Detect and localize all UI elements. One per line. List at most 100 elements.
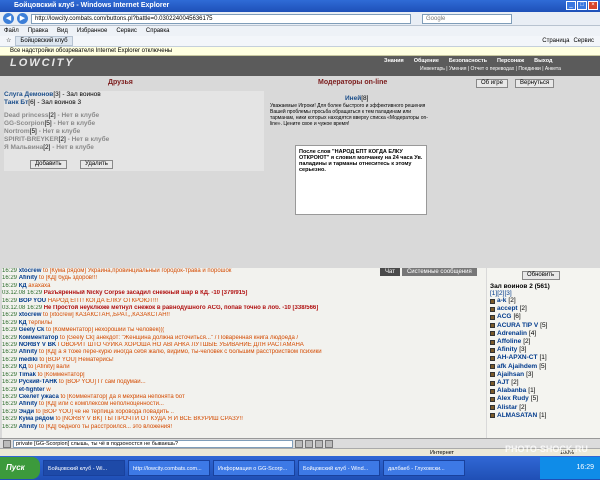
chat-nick[interactable]: NORBY V BK: [19, 342, 57, 348]
user-list-item[interactable]: ALMASATAN [1]: [490, 412, 600, 420]
user-name[interactable]: a-k: [497, 297, 506, 305]
user-list-item[interactable]: Affoline [2]: [490, 338, 600, 346]
maximize-icon[interactable]: □: [577, 1, 587, 10]
user-list-item[interactable]: Alex Rudy [5]: [490, 395, 600, 403]
user-list-item[interactable]: Adrenalin [4]: [490, 330, 600, 338]
menu-edit[interactable]: Правка: [28, 26, 48, 36]
remove-friend-button[interactable]: Удалить: [80, 160, 113, 169]
user-list-item[interactable]: Alistar [2]: [490, 404, 600, 412]
nav-communication[interactable]: Общение: [414, 58, 439, 64]
clear-icon[interactable]: [305, 439, 313, 448]
chat-nick[interactable]: Скелет ужаса: [19, 394, 59, 400]
chat-nick[interactable]: Afinity: [19, 349, 38, 355]
chat-nick[interactable]: BOP YOU: [19, 298, 46, 304]
back-icon[interactable]: ◀: [3, 13, 14, 24]
nav-security[interactable]: Безопасность: [449, 58, 487, 64]
chat-nick[interactable]: et-fighter: [19, 387, 45, 393]
user-list-item[interactable]: AJT [2]: [490, 379, 600, 387]
chat-nick[interactable]: Руский-ТАНК: [19, 379, 58, 385]
send-icon[interactable]: [295, 439, 303, 448]
user-name[interactable]: afk Ajaihdem: [497, 363, 537, 371]
user-name[interactable]: accept: [497, 305, 518, 313]
user-list-item[interactable]: a-k [2]: [490, 297, 600, 305]
friend-online[interactable]: Слуга Демонов[3] - Зал воинов: [4, 91, 264, 99]
nav-knowledge[interactable]: Знания: [384, 58, 404, 64]
refresh-users-button[interactable]: Обновить: [522, 271, 560, 280]
user-list-item[interactable]: Afinity [3]: [490, 346, 600, 354]
chat-nick[interactable]: xtocrew: [19, 268, 42, 274]
friend-offline[interactable]: SPIRIT-BREYKER[2] - Нет в клубе: [4, 136, 264, 144]
friend-offline[interactable]: Я Мальвина[2] - Нет в клубе: [4, 144, 264, 152]
return-button[interactable]: Вернуться: [515, 79, 555, 88]
user-name[interactable]: Alex Rudy: [497, 395, 529, 403]
user-name[interactable]: AJT: [497, 379, 509, 387]
user-name[interactable]: Alistar: [497, 404, 517, 412]
tools-menu[interactable]: Сервис: [573, 36, 600, 46]
friend-offline[interactable]: GG-Scorpion[5] - Нет в клубе: [4, 120, 264, 128]
url-input[interactable]: http://lowcity.combats.com/buttons.pl?ba…: [31, 13, 411, 24]
chat-nick[interactable]: Timak: [19, 372, 36, 378]
user-name[interactable]: Ajaihsan: [497, 371, 524, 379]
user-name[interactable]: ALMASATAN: [497, 412, 537, 420]
user-name[interactable]: Affoline: [497, 338, 521, 346]
forward-icon[interactable]: ▶: [17, 13, 28, 24]
filter-icon[interactable]: [315, 439, 323, 448]
user-list-item[interactable]: accept [2]: [490, 305, 600, 313]
chat-nick[interactable]: Afinity: [19, 401, 38, 407]
chat-nick[interactable]: mediki: [19, 357, 38, 363]
chat-nick[interactable]: Энди: [19, 409, 34, 415]
chat-nick[interactable]: КД: [19, 364, 27, 370]
user-list-item[interactable]: ACURA TIP V [5]: [490, 322, 600, 330]
menu-view[interactable]: Вид: [57, 26, 68, 36]
chat-input[interactable]: private [GG-Scorpion] слышь, ты чё в под…: [13, 439, 293, 448]
task-item[interactable]: Бойцовский клуб - Wind...: [298, 460, 380, 476]
user-name[interactable]: Alabanba: [497, 387, 526, 395]
info-bar[interactable]: Все надстройки обозревателя Internet Exp…: [0, 47, 600, 56]
task-item[interactable]: http://lowcity.combats.com...: [128, 460, 210, 476]
task-item[interactable]: Информация о GG-Scorp...: [213, 460, 295, 476]
chat-nick[interactable]: Afinity: [19, 275, 38, 281]
settings-icon[interactable]: [325, 439, 333, 448]
user-name[interactable]: Afinity: [497, 346, 517, 354]
page-menu[interactable]: Страница: [542, 36, 569, 46]
menu-tools[interactable]: Сервис: [116, 26, 137, 36]
star-icon[interactable]: ☆: [6, 36, 11, 46]
browser-tab[interactable]: Бойцовский клуб: [15, 36, 73, 46]
nav-character[interactable]: Персонаж: [497, 58, 524, 64]
user-list-item[interactable]: Ajaihsan [3]: [490, 371, 600, 379]
moderator-entry[interactable]: Иней[8]: [345, 95, 368, 103]
tab-system-messages[interactable]: Системные сообщения: [401, 268, 477, 276]
task-item[interactable]: далбаеб - Глуховски...: [383, 460, 465, 476]
chat-nick[interactable]: Geely Ck: [19, 327, 45, 333]
user-name[interactable]: ACG: [497, 313, 511, 321]
friend-online[interactable]: Танк Бт[6] - Зал воинов 3: [4, 99, 264, 107]
user-name[interactable]: AH-APXN-CT: [497, 354, 537, 362]
minimize-icon[interactable]: _: [566, 1, 576, 10]
about-game-button[interactable]: Об игре: [476, 79, 508, 88]
chat-nick[interactable]: КД: [19, 283, 27, 289]
tab-chat[interactable]: Чат: [380, 268, 400, 276]
user-name[interactable]: ACURA TIP V: [497, 322, 538, 330]
chat-nick[interactable]: xtocrew: [19, 312, 42, 318]
smile-icon[interactable]: [3, 439, 11, 448]
menu-help[interactable]: Справка: [146, 26, 170, 36]
user-pages[interactable]: [1][2][3]: [487, 290, 600, 297]
chat-nick[interactable]: КД: [19, 320, 27, 326]
nav-exit[interactable]: Выход: [534, 58, 552, 64]
menu-file[interactable]: Файл: [4, 26, 19, 36]
chat-nick[interactable]: Кума рядом: [19, 416, 54, 422]
chat-nick[interactable]: Afinity: [19, 424, 38, 430]
search-input[interactable]: Google: [422, 13, 512, 24]
friend-offline[interactable]: Nortrom[5] - Нет в клубе: [4, 128, 264, 136]
start-button[interactable]: Пуск: [0, 457, 40, 479]
chat-nick[interactable]: Комментатор: [19, 335, 59, 341]
task-item[interactable]: Бойцовский клуб - Wi...: [43, 460, 125, 476]
user-name[interactable]: Adrenalin: [497, 330, 527, 338]
user-list-item[interactable]: afk Ajaihdem [5]: [490, 363, 600, 371]
friend-offline[interactable]: Dead princess[2] - Нет в клубе: [4, 112, 264, 120]
user-list-item[interactable]: Alabanba [1]: [490, 387, 600, 395]
menu-favorites[interactable]: Избранное: [77, 26, 107, 36]
add-friend-button[interactable]: Добавить: [30, 160, 67, 169]
user-list-item[interactable]: AH-APXN-CT [1]: [490, 354, 600, 362]
game-subnav[interactable]: Инвентарь | Умения | Отчет о переводах |…: [420, 66, 561, 72]
